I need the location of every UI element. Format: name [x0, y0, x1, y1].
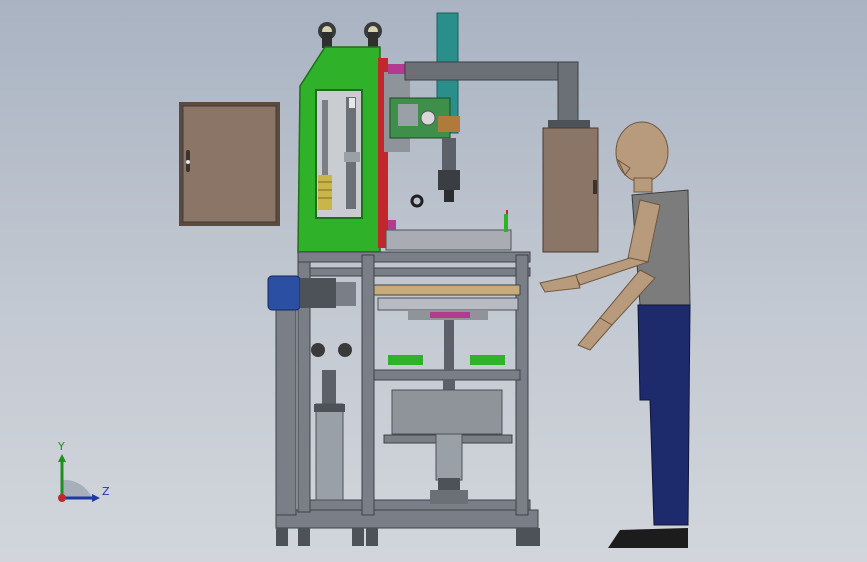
top-gear-left [318, 22, 336, 48]
middle-mechanism [377, 297, 519, 370]
y-axis-label: Y [58, 440, 65, 453]
machine-assembly-render [179, 12, 691, 548]
blue-motor [267, 275, 356, 311]
lower-housing [391, 389, 503, 435]
left-cylinder [314, 370, 345, 501]
lower-gear-left [311, 343, 325, 357]
electrical-cabinet [179, 102, 280, 226]
green-guard-housing [297, 46, 381, 253]
coordinate-triad: Y Z [52, 440, 112, 510]
lower-gear-right [338, 343, 352, 357]
z-axis-label: Z [102, 485, 110, 498]
bolt-ring [410, 194, 424, 208]
control-box [542, 127, 599, 253]
top-gear-right [364, 22, 382, 48]
fixture-plate [385, 210, 512, 251]
leveling-feet [276, 528, 540, 546]
cad-viewport[interactable]: Y Z [0, 0, 867, 562]
